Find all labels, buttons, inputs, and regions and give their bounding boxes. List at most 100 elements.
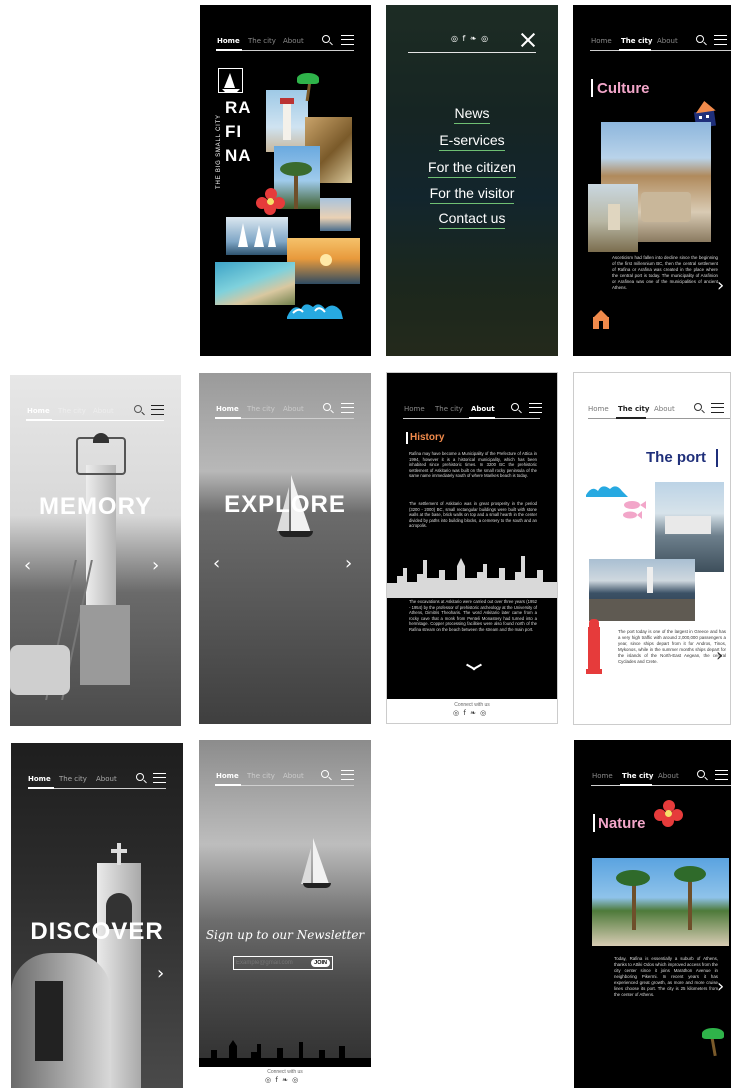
nav-home[interactable]: Home xyxy=(216,772,239,780)
nav-home[interactable]: Home xyxy=(28,775,51,783)
search-icon[interactable] xyxy=(694,403,702,411)
chevron-left-icon[interactable]: ‹ xyxy=(24,555,31,576)
nav-active-underline xyxy=(620,784,652,786)
palm-sticker-icon xyxy=(297,71,321,103)
top-nav: Home The city About xyxy=(573,33,731,57)
photo-breakwater xyxy=(589,559,695,621)
chevron-right-icon[interactable]: › xyxy=(717,976,724,997)
nav-home[interactable]: Home xyxy=(588,405,609,413)
join-button[interactable]: JOIN xyxy=(311,959,330,967)
nav-the-city[interactable]: The city xyxy=(618,405,649,413)
email-field[interactable] xyxy=(236,958,306,968)
menu-item-news[interactable]: News xyxy=(386,105,558,124)
menu-icon[interactable] xyxy=(715,770,728,780)
screen-home-cover: Home The city About THE BIG SMALL CITY R… xyxy=(200,5,371,356)
section-title-history: History xyxy=(410,432,445,443)
chevron-left-icon[interactable]: ‹ xyxy=(213,553,220,574)
nav-the-city[interactable]: The city xyxy=(247,772,275,780)
temple-sticker-icon xyxy=(591,309,611,329)
menu-icon[interactable] xyxy=(529,403,542,413)
menu-icon[interactable] xyxy=(711,403,724,413)
wave-sticker-icon xyxy=(287,304,343,319)
nature-text: Today, Rafina is essentially a suburb of… xyxy=(614,956,718,997)
social-icons[interactable]: ◎ f ❧ ◎ xyxy=(451,34,489,43)
logo-wordmark: RA FI NA xyxy=(225,98,252,165)
skyline-silhouette xyxy=(199,1040,371,1068)
nav-about[interactable]: About xyxy=(471,405,495,413)
screen-nature: Home The city About Nature Today, Rafina… xyxy=(574,740,731,1088)
nav-home[interactable]: Home xyxy=(216,405,239,413)
nav-about[interactable]: About xyxy=(658,772,679,780)
search-icon[interactable] xyxy=(511,403,519,411)
nav-home[interactable]: Home xyxy=(217,37,240,45)
nav-the-city[interactable]: The city xyxy=(58,407,86,415)
chevron-right-icon[interactable]: › xyxy=(157,963,164,984)
photo-sunset-sea xyxy=(287,238,360,284)
nav-active-underline xyxy=(215,784,241,786)
sailboat xyxy=(301,836,351,896)
menu-icon[interactable] xyxy=(341,403,354,413)
search-icon[interactable] xyxy=(697,770,705,778)
nav-about[interactable]: About xyxy=(654,405,675,413)
nav-home[interactable]: Home xyxy=(591,37,612,45)
section-title-port: The port xyxy=(646,449,706,466)
chevron-down-icon[interactable] xyxy=(465,663,482,673)
chevron-right-icon[interactable]: › xyxy=(152,555,159,576)
menu-icon[interactable] xyxy=(341,770,354,780)
nav-home[interactable]: Home xyxy=(27,407,50,415)
nav-the-city[interactable]: The city xyxy=(247,405,275,413)
nav-about[interactable]: About xyxy=(283,405,304,413)
search-icon[interactable] xyxy=(323,403,331,411)
chevron-right-icon[interactable]: › xyxy=(345,553,352,574)
search-icon[interactable] xyxy=(134,405,142,413)
search-icon[interactable] xyxy=(696,35,704,43)
nav-home[interactable]: Home xyxy=(404,405,425,413)
nav-about[interactable]: About xyxy=(657,37,678,45)
search-icon[interactable] xyxy=(322,35,330,43)
photo-chapel xyxy=(588,184,638,252)
nav-about[interactable]: About xyxy=(283,772,304,780)
nav-the-city[interactable]: The city xyxy=(248,37,276,45)
logo-tagline: THE BIG SMALL CITY xyxy=(216,114,222,189)
menu-icon[interactable] xyxy=(153,773,166,783)
menu-icon[interactable] xyxy=(714,35,727,45)
nav-about[interactable]: About xyxy=(283,37,304,45)
nav-active-underline xyxy=(469,417,495,419)
footer: Connect with us ◎ f ❧ ◎ xyxy=(387,699,557,723)
screen-history: Home The city About History Rafina may h… xyxy=(386,372,558,724)
nav-home[interactable]: Home xyxy=(592,772,613,780)
nav-the-city[interactable]: The city xyxy=(435,405,463,413)
menu-icon[interactable] xyxy=(151,405,164,415)
logo-boat-icon xyxy=(222,73,240,92)
chevron-right-icon[interactable]: › xyxy=(717,275,724,296)
flower-sticker-icon xyxy=(654,800,684,828)
menu-item-for-the-visitor[interactable]: For the visitor xyxy=(386,185,558,204)
search-icon[interactable] xyxy=(136,773,144,781)
screen-discover: Home The city About DISCOVER › xyxy=(11,743,183,1088)
wave-sticker-icon xyxy=(586,486,628,497)
social-icons[interactable]: ◎ f ❧ ◎ xyxy=(453,709,487,717)
nav-about[interactable]: About xyxy=(93,407,114,415)
search-icon[interactable] xyxy=(321,770,329,778)
history-text-1: Rafina may have become a Municipality of… xyxy=(409,451,537,479)
menu-item-for-the-citizen[interactable]: For the citizen xyxy=(386,159,558,178)
nav-the-city[interactable]: The city xyxy=(621,37,652,45)
chevron-right-icon[interactable]: › xyxy=(716,645,723,666)
nav-the-city[interactable]: The city xyxy=(622,772,653,780)
menu-item-contact-us[interactable]: Contact us xyxy=(386,210,558,229)
top-nav: Home The city About xyxy=(11,771,183,795)
nav-about[interactable]: About xyxy=(96,775,117,783)
lighthouse-sticker-icon xyxy=(586,619,602,675)
skyline-silhouette xyxy=(387,556,557,598)
menu-item-e-services[interactable]: E-services xyxy=(386,132,558,151)
history-text-2: The settlement of Askitario was in great… xyxy=(409,501,537,529)
title-marker xyxy=(406,432,408,444)
nav-active-underline xyxy=(28,787,54,789)
screen-explore: Home The city About EXPLORE ‹ › xyxy=(199,373,371,724)
nav-active-underline xyxy=(619,49,651,51)
nav-the-city[interactable]: The city xyxy=(59,775,87,783)
social-icons[interactable]: ◎ f ❧ ◎ xyxy=(265,1076,299,1084)
menu-overlay-dim xyxy=(386,5,558,356)
close-icon[interactable] xyxy=(520,32,536,48)
menu-icon[interactable] xyxy=(341,35,354,45)
